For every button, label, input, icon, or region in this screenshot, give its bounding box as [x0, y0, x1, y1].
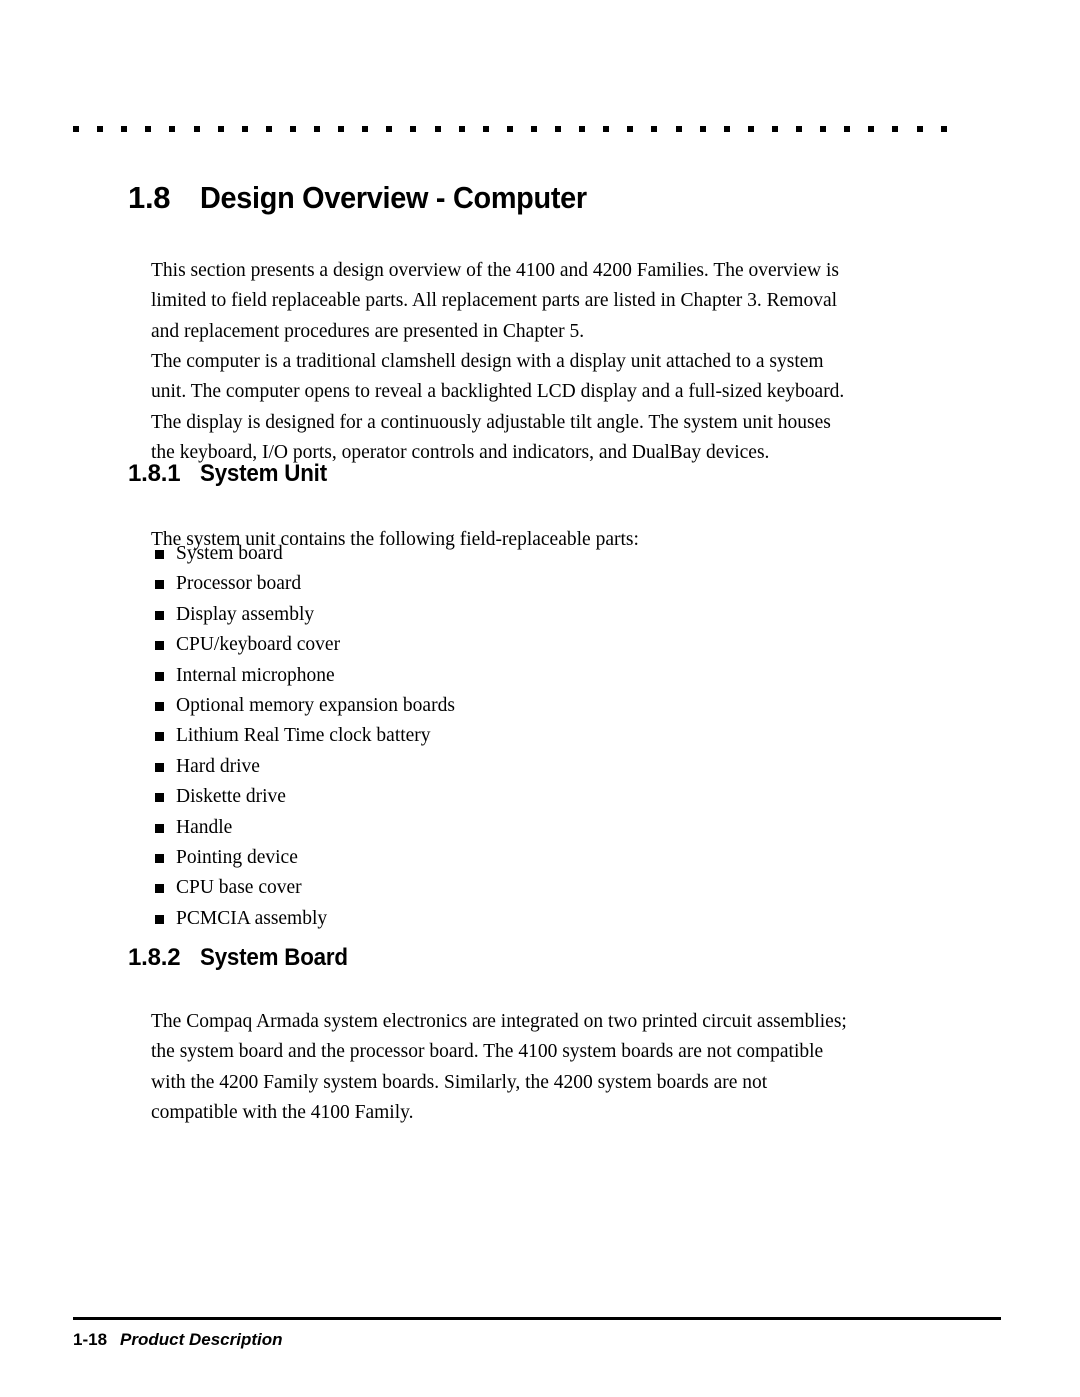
rule-dot: [386, 126, 393, 132]
square-bullet-icon: [155, 732, 164, 742]
list-item: Lithium Real Time clock battery: [151, 721, 771, 751]
rule-dot: [410, 126, 417, 132]
list-item: Diskette drive: [151, 782, 771, 812]
square-bullet-icon: [155, 793, 164, 803]
subsection-heading-system-unit: 1.8.1 System Unit: [128, 460, 337, 488]
rule-dot: [892, 126, 899, 132]
list-item: Optional memory expansion boards: [151, 691, 771, 721]
dotted-rule-decoration: [73, 126, 947, 132]
square-bullet-icon: [155, 853, 164, 863]
rule-dot: [362, 126, 369, 132]
list-item: Handle: [151, 813, 771, 843]
rule-dot: [723, 126, 730, 132]
rule-dot: [121, 126, 128, 132]
square-bullet-icon: [155, 580, 164, 590]
rule-dot: [627, 126, 634, 132]
rule-dot: [169, 126, 176, 132]
rule-dot: [289, 126, 296, 132]
square-bullet-icon: [155, 641, 164, 651]
list-item: Pointing device: [151, 843, 771, 873]
rule-dot: [868, 126, 875, 132]
rule-dot: [145, 126, 152, 132]
rule-dot: [651, 126, 658, 132]
clamshell-paragraph: The computer is a traditional clamshell …: [151, 350, 845, 464]
rule-dot: [747, 126, 754, 132]
footer-section-name: Product Description: [120, 1330, 283, 1349]
list-item: Internal microphone: [151, 661, 771, 691]
list-item: Hard drive: [151, 752, 771, 782]
list-item-label: Internal microphone: [176, 664, 335, 686]
subsection-number: 1.8.1: [128, 460, 181, 487]
rule-dot: [97, 126, 104, 132]
square-bullet-icon: [155, 701, 164, 711]
rule-dot: [579, 126, 586, 132]
square-bullet-icon: [155, 610, 164, 620]
rule-dot: [916, 126, 923, 132]
rule-dot: [844, 126, 851, 132]
section-heading-number: 1.8: [128, 180, 171, 215]
list-item: Processor board: [151, 569, 771, 599]
list-item-label: Processor board: [176, 573, 302, 595]
rule-dot: [482, 126, 489, 132]
system-board-paragraph: The Compaq Armada system electronics are…: [151, 1010, 847, 1124]
rule-dot: [73, 126, 79, 132]
section-heading: 1.8 Design Overview - Computer: [128, 180, 616, 216]
square-bullet-icon: [155, 823, 164, 833]
square-bullet-icon: [155, 671, 164, 681]
list-item-label: Lithium Real Time clock battery: [176, 725, 431, 747]
list-item-label: Handle: [176, 816, 233, 838]
rule-dot: [675, 126, 682, 132]
square-bullet-icon: [155, 762, 164, 772]
rule-dot: [940, 126, 947, 132]
rule-dot: [458, 126, 465, 132]
rule-dot: [771, 126, 778, 132]
footer-divider: [73, 1317, 1001, 1320]
subsection-title: System Unit: [200, 460, 327, 487]
list-item-label: Diskette drive: [176, 786, 286, 808]
rule-dot: [530, 126, 537, 132]
list-item-label: CPU base cover: [176, 877, 302, 899]
rule-dot: [338, 126, 345, 132]
list-item-label: Optional memory expansion boards: [176, 694, 455, 716]
footer-page-number: 1-18: [73, 1330, 108, 1349]
square-bullet-icon: [155, 884, 164, 894]
list-item: Display assembly: [151, 600, 771, 630]
rule-dot: [603, 126, 610, 132]
system-unit-parts-list: System board Processor board Display assem…: [151, 539, 771, 934]
list-item-label: CPU/keyboard cover: [176, 634, 341, 656]
list-item: PCMCIA assembly: [151, 904, 771, 934]
list-item-label: Pointing device: [176, 846, 298, 868]
list-item: System board: [151, 539, 771, 569]
section-heading-title: Design Overview - Computer: [200, 180, 587, 215]
square-bullet-icon: [155, 914, 164, 924]
subsection-heading-system-board: 1.8.2 System Board: [128, 944, 359, 972]
subsection-title: System Board: [200, 944, 348, 971]
list-item-label: PCMCIA assembly: [176, 907, 328, 929]
square-bullet-icon: [155, 550, 164, 559]
list-item-label: System board: [176, 543, 283, 564]
subsection-number: 1.8.2: [128, 944, 181, 971]
document-page: 1.8 Design Overview - Computer This sect…: [0, 0, 1080, 1397]
rule-dot: [820, 126, 827, 132]
rule-dot: [434, 126, 441, 132]
intro-paragraph: This section presents a design overview …: [151, 259, 839, 342]
list-item: CPU base cover: [151, 873, 771, 903]
list-item-label: Display assembly: [176, 603, 315, 625]
rule-dot: [265, 126, 272, 132]
rule-dot: [796, 126, 802, 132]
page-footer: 1-18 Product Description: [73, 1330, 283, 1350]
list-item-label: Hard drive: [176, 755, 260, 777]
rule-dot: [193, 126, 200, 132]
rule-dot: [241, 126, 248, 132]
rule-dot: [314, 126, 320, 132]
rule-dot: [699, 126, 706, 132]
rule-dot: [217, 126, 224, 132]
list-item: CPU/keyboard cover: [151, 630, 771, 660]
rule-dot: [555, 126, 561, 132]
rule-dot: [506, 126, 513, 132]
